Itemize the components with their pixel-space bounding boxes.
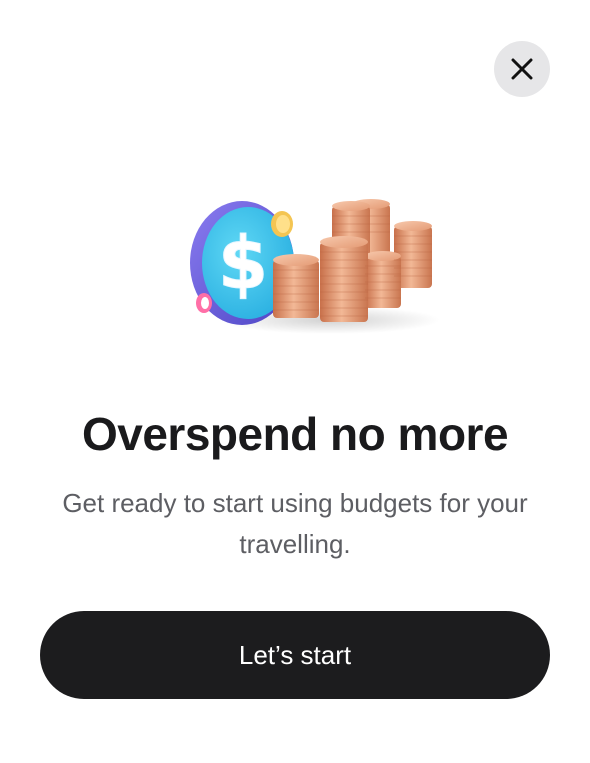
lets-start-button-label: Let’s start <box>238 639 352 670</box>
close-icon <box>511 58 533 80</box>
dialog-title: Overspend no more <box>81 408 509 460</box>
dialog-subtitle: Get ready to start using budgets for you… <box>62 488 528 559</box>
dollar-coins-illustration: $ <box>190 199 440 334</box>
lets-start-button[interactable]: Let’s start <box>40 611 550 699</box>
close-button[interactable] <box>494 41 550 97</box>
onboarding-dialog: $ Overspend no more Get ready to start u… <box>0 0 590 763</box>
svg-text:$: $ <box>218 221 268 305</box>
